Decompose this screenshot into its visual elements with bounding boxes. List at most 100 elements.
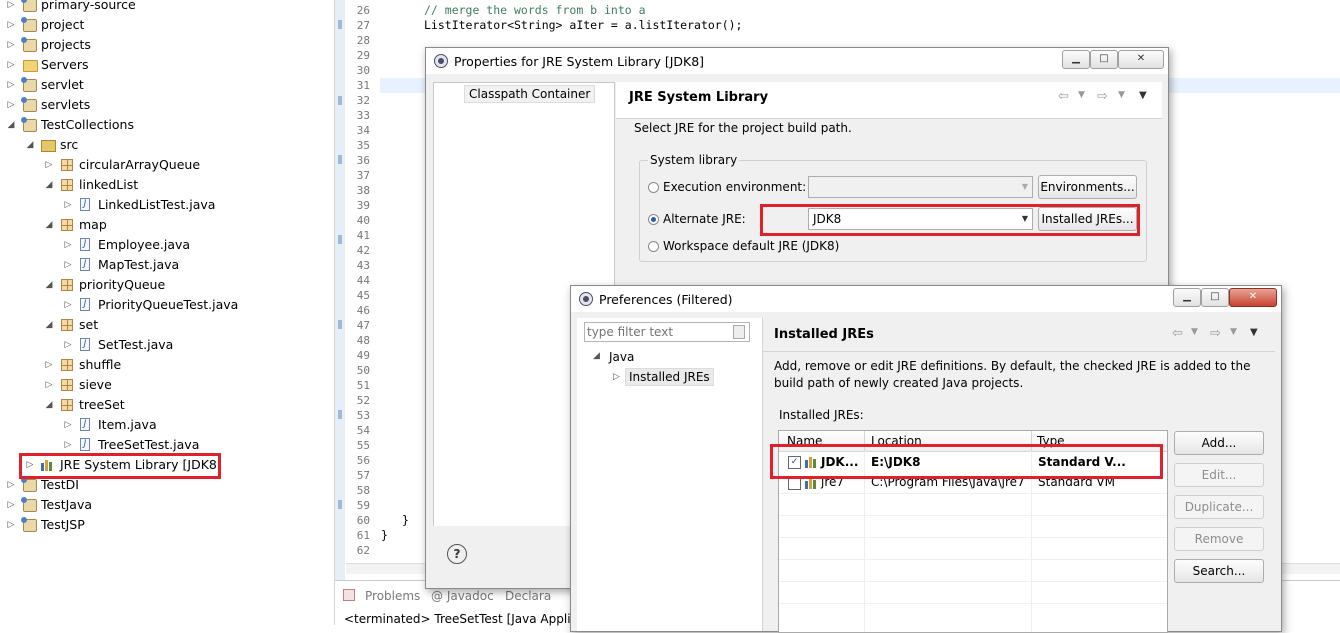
maximize-button[interactable]: □ [1201, 288, 1229, 307]
tree-row[interactable]: ▷ J Employee.java [0, 235, 334, 255]
tab-declaration[interactable]: Declara [505, 589, 551, 603]
tree-row[interactable]: ▷ J TreeSetTest.java [0, 435, 334, 455]
dialog-titlebar[interactable]: Properties for JRE System Library [JDK8]… [426, 48, 1168, 74]
tree-row[interactable]: ▷ J PriorityQueueTest.java [0, 295, 334, 315]
remove-button[interactable]: Remove [1174, 527, 1264, 551]
chevron-down-icon[interactable]: ▼ [1118, 90, 1125, 100]
filter-input[interactable] [587, 324, 727, 339]
tree-row[interactable]: ◢ map [0, 215, 334, 235]
chevron-right-icon[interactable]: ▷ [6, 515, 16, 535]
chevron-down-icon[interactable]: ◢ [44, 215, 54, 235]
help-icon[interactable]: ? [447, 544, 467, 564]
chevron-right-icon[interactable]: ▷ [63, 295, 73, 315]
chevron-down-icon[interactable]: ▼ [1078, 90, 1085, 100]
maximize-button[interactable]: □ [1090, 50, 1118, 69]
edit-button[interactable]: Edit... [1174, 463, 1264, 487]
chevron-down-icon[interactable]: ▼ [1230, 327, 1237, 337]
tree-row[interactable]: ▷ project [0, 15, 334, 35]
back-arrow-icon[interactable]: ⇦ [1172, 326, 1183, 341]
filter-input-box[interactable] [584, 322, 750, 342]
duplicate-button[interactable]: Duplicate... [1174, 495, 1264, 519]
tree-row[interactable]: ▷ TestJSP [0, 515, 334, 535]
chevron-right-icon[interactable]: ▷ [6, 95, 16, 115]
tab-javadoc[interactable]: @ Javadoc [431, 589, 494, 603]
line-number: 41 [356, 229, 370, 242]
tree-row[interactable]: ◢ src [0, 135, 334, 155]
tree-row[interactable]: ▷ servlets [0, 95, 334, 115]
execution-environment-combo[interactable]: ▼ [808, 176, 1033, 198]
tree-row[interactable]: ▷ primary-source [0, 0, 334, 15]
dialog-titlebar[interactable]: Preferences (Filtered) ▁ □ ✕ [571, 286, 1281, 312]
clear-filter-icon[interactable] [733, 325, 745, 339]
tree-row[interactable]: ▷ projects [0, 35, 334, 55]
tree-item-installed-jres[interactable]: Installed JREs [625, 368, 714, 386]
chevron-right-icon[interactable]: ▷ [44, 155, 54, 175]
view-menu-icon[interactable]: ▼ [1250, 327, 1258, 338]
chevron-right-icon[interactable]: ▷ [6, 15, 16, 35]
minimize-button[interactable]: ▁ [1173, 288, 1201, 307]
chevron-right-icon[interactable]: ▷ [63, 435, 73, 455]
chevron-right-icon[interactable]: ▷ [63, 415, 73, 435]
tree-row[interactable]: ▷ J MapTest.java [0, 255, 334, 275]
chevron-right-icon[interactable]: ▷ [63, 255, 73, 275]
chevron-right-icon[interactable]: ▷ [6, 475, 16, 495]
chevron-down-icon[interactable]: ◢ [44, 175, 54, 195]
chevron-down-icon[interactable]: ◢ [593, 351, 600, 361]
view-menu-icon[interactable]: ▼ [1139, 90, 1147, 101]
tree-row[interactable]: ◢ TestCollections [0, 115, 334, 135]
close-button[interactable]: ✕ [1118, 50, 1164, 69]
minimize-button[interactable]: ▁ [1062, 50, 1090, 69]
tree-row[interactable]: ▷ Servers [0, 55, 334, 75]
chevron-right-icon[interactable]: ▷ [6, 55, 16, 75]
chevron-right-icon[interactable]: ▷ [63, 235, 73, 255]
line-number: 46 [356, 304, 370, 317]
chevron-right-icon[interactable]: ▷ [6, 75, 16, 95]
tree-row[interactable]: ◢ linkedList [0, 175, 334, 195]
tree-row[interactable]: ▷ circularArrayQueue [0, 155, 334, 175]
tree-row[interactable]: ▷ sieve [0, 375, 334, 395]
chevron-right-icon[interactable]: ▷ [63, 195, 73, 215]
close-button[interactable]: ✕ [1229, 288, 1277, 307]
add-button[interactable]: Add... [1174, 431, 1264, 455]
chevron-right-icon[interactable]: ▷ [6, 495, 16, 515]
tree-item-label: shuffle [79, 357, 122, 372]
radio-workspace-default[interactable] [648, 241, 659, 252]
tree-item-label: priorityQueue [79, 277, 166, 292]
chevron-down-icon[interactable]: ▼ [1191, 327, 1198, 337]
forward-arrow-icon[interactable]: ⇨ [1210, 326, 1221, 341]
problems-icon [343, 589, 355, 601]
chevron-down-icon[interactable]: ◢ [44, 315, 54, 335]
chevron-down-icon[interactable]: ◢ [44, 395, 54, 415]
radio-execution-environment[interactable] [648, 182, 659, 193]
back-arrow-icon[interactable]: ⇦ [1058, 89, 1069, 104]
chevron-right-icon[interactable]: ▷ [44, 375, 54, 395]
chevron-down-icon[interactable]: ◢ [44, 275, 54, 295]
environments-button[interactable]: Environments... [1038, 175, 1137, 199]
tree-row[interactable]: ▷ shuffle [0, 355, 334, 375]
sidebar-item-classpath-container[interactable]: Classpath Container [464, 85, 596, 103]
chevron-right-icon[interactable]: ▷ [44, 355, 54, 375]
forward-arrow-icon[interactable]: ⇨ [1097, 89, 1108, 104]
tree-row[interactable]: ◢ priorityQueue [0, 275, 334, 295]
radio-alternate-jre[interactable] [648, 214, 659, 225]
chevron-down-icon[interactable]: ◢ [25, 135, 35, 155]
line-number: 45 [356, 289, 370, 302]
line-number: 59 [356, 499, 370, 512]
chevron-right-icon[interactable]: ▷ [613, 372, 620, 382]
tree-row[interactable]: ▷ servlet [0, 75, 334, 95]
chevron-down-icon[interactable]: ◢ [6, 115, 16, 135]
tab-problems[interactable]: Problems [365, 589, 420, 603]
chevron-right-icon[interactable]: ▷ [6, 35, 16, 55]
sash-divider[interactable] [762, 318, 763, 631]
chevron-right-icon[interactable]: ▷ [63, 335, 73, 355]
tree-row[interactable]: ▷ J SetTest.java [0, 335, 334, 355]
tree-row[interactable]: ▷ J LinkedListTest.java [0, 195, 334, 215]
chevron-right-icon[interactable]: ▷ [6, 0, 16, 15]
tree-item-java[interactable]: Java [609, 350, 634, 364]
tree-row[interactable]: ▷ TestJava [0, 495, 334, 515]
tree-row[interactable]: ▷ J Item.java [0, 415, 334, 435]
tree-row[interactable]: ◢ set [0, 315, 334, 335]
search-button[interactable]: Search... [1174, 559, 1264, 583]
tree-row[interactable]: ◢ treeSet [0, 395, 334, 415]
highlight-box-alternate-jre [760, 204, 1140, 236]
